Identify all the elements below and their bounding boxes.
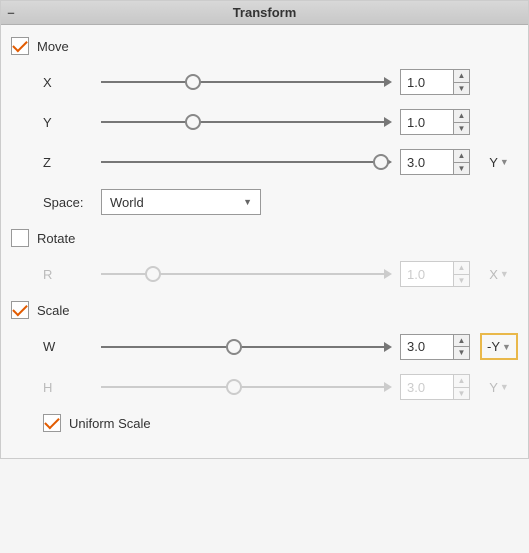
spinner-up-icon[interactable]: ▲ [454, 335, 469, 348]
rotate-r-axis-dropdown: X▼ [480, 263, 518, 286]
scale-w-input[interactable] [400, 334, 454, 360]
move-y-input[interactable] [400, 109, 454, 135]
spinner-up-icon: ▲ [454, 262, 469, 275]
slider-thumb [145, 266, 161, 282]
panel-title: Transform [1, 5, 528, 20]
scale-h-row: H ▲ ▼ Y▼ [11, 374, 518, 400]
move-space-select[interactable]: World ▼ [101, 189, 261, 215]
uniform-scale-label: Uniform Scale [69, 416, 151, 431]
uniform-scale-checkbox[interactable] [43, 414, 61, 432]
move-section: Move X ▲ ▼ Y [11, 37, 518, 215]
move-label: Move [37, 39, 69, 54]
move-y-row: Y ▲ ▼ [11, 109, 518, 135]
spinner-up-icon: ▲ [454, 375, 469, 388]
scale-w-row: W ▲ ▼ -Y▼ [11, 333, 518, 360]
rotate-r-input [400, 261, 454, 287]
chevron-down-icon: ▼ [243, 197, 252, 207]
chevron-down-icon: ▼ [500, 269, 509, 279]
scale-w-label: W [43, 339, 91, 354]
spinner-up-icon[interactable]: ▲ [454, 70, 469, 83]
spinner-up-icon[interactable]: ▲ [454, 150, 469, 163]
scale-checkbox[interactable] [11, 301, 29, 319]
scale-h-input [400, 374, 454, 400]
move-space-label: Space: [43, 195, 91, 210]
rotate-checkbox[interactable] [11, 229, 29, 247]
move-x-input[interactable] [400, 69, 454, 95]
move-z-slider[interactable] [101, 152, 390, 172]
chevron-down-icon: ▼ [500, 157, 509, 167]
spinner-down-icon[interactable]: ▼ [454, 163, 469, 175]
panel-body: Move X ▲ ▼ Y [1, 25, 528, 458]
move-x-slider[interactable] [101, 72, 390, 92]
transform-panel: – Transform Move X ▲ ▼ [0, 0, 529, 459]
move-y-slider[interactable] [101, 112, 390, 132]
rotate-r-row: R ▲ ▼ X▼ [11, 261, 518, 287]
spinner-up-icon[interactable]: ▲ [454, 110, 469, 123]
scale-h-axis-dropdown: Y▼ [480, 376, 518, 399]
scale-section: Scale W ▲ ▼ -Y▼ [11, 301, 518, 432]
move-x-label: X [43, 75, 91, 90]
chevron-down-icon: ▼ [502, 342, 511, 352]
rotate-r-slider [101, 264, 390, 284]
rotate-label: Rotate [37, 231, 75, 246]
move-y-label: Y [43, 115, 91, 130]
slider-thumb[interactable] [185, 74, 201, 90]
move-space-row: Space: World ▼ [11, 189, 518, 215]
spinner-down-icon[interactable]: ▼ [454, 347, 469, 359]
move-z-label: Z [43, 155, 91, 170]
move-x-row: X ▲ ▼ [11, 69, 518, 95]
spinner-down-icon[interactable]: ▼ [454, 83, 469, 95]
chevron-down-icon: ▼ [500, 382, 509, 392]
scale-w-axis-dropdown[interactable]: -Y▼ [480, 333, 518, 360]
slider-thumb[interactable] [185, 114, 201, 130]
move-z-input[interactable] [400, 149, 454, 175]
move-checkbox[interactable] [11, 37, 29, 55]
spinner-down-icon: ▼ [454, 275, 469, 287]
slider-thumb[interactable] [373, 154, 389, 170]
scale-h-label: H [43, 380, 91, 395]
slider-thumb [226, 379, 242, 395]
move-z-row: Z ▲ ▼ Y▼ [11, 149, 518, 175]
scale-w-slider[interactable] [101, 337, 390, 357]
slider-thumb[interactable] [226, 339, 242, 355]
spinner-down-icon[interactable]: ▼ [454, 123, 469, 135]
collapse-button[interactable]: – [1, 5, 21, 20]
uniform-scale-option: Uniform Scale [11, 414, 518, 432]
rotate-section: Rotate R ▲ ▼ X▼ [11, 229, 518, 287]
spinner-down-icon: ▼ [454, 388, 469, 400]
scale-h-slider [101, 377, 390, 397]
move-z-axis-dropdown[interactable]: Y▼ [480, 151, 518, 174]
scale-label: Scale [37, 303, 70, 318]
rotate-r-label: R [43, 267, 91, 282]
panel-header: – Transform [1, 1, 528, 25]
